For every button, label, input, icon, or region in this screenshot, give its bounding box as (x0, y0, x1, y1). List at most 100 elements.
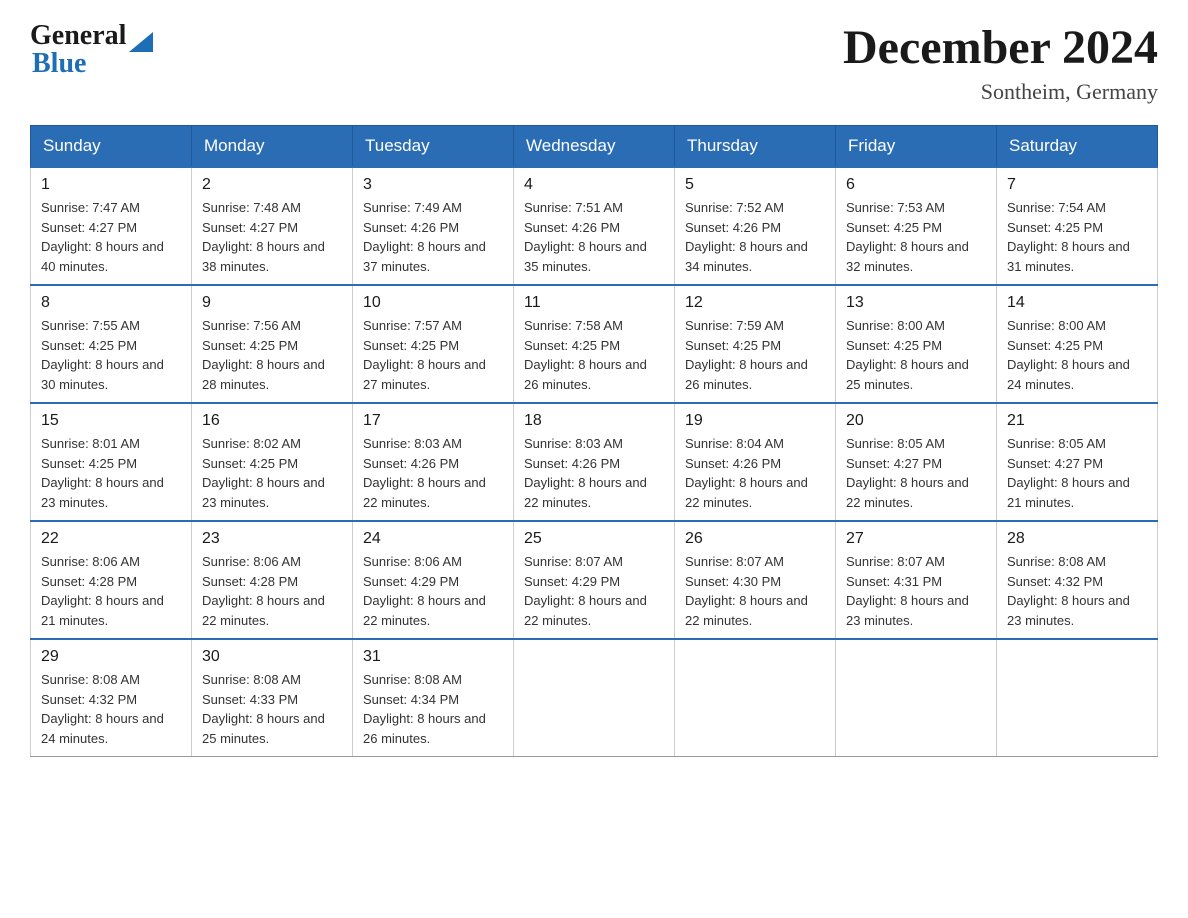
day-info: Sunrise: 8:01 AMSunset: 4:25 PMDaylight:… (41, 436, 164, 510)
logo: General Blue (30, 20, 153, 80)
day-number: 28 (1007, 530, 1147, 548)
day-number: 20 (846, 412, 986, 430)
table-cell (514, 639, 675, 757)
header-sunday: Sunday (31, 126, 192, 168)
day-info: Sunrise: 7:48 AMSunset: 4:27 PMDaylight:… (202, 200, 325, 274)
table-cell: 15 Sunrise: 8:01 AMSunset: 4:25 PMDaylig… (31, 403, 192, 521)
day-number: 31 (363, 648, 503, 666)
table-cell: 20 Sunrise: 8:05 AMSunset: 4:27 PMDaylig… (836, 403, 997, 521)
day-info: Sunrise: 8:07 AMSunset: 4:30 PMDaylight:… (685, 554, 808, 628)
day-number: 23 (202, 530, 342, 548)
day-number: 2 (202, 176, 342, 194)
table-cell: 11 Sunrise: 7:58 AMSunset: 4:25 PMDaylig… (514, 285, 675, 403)
day-number: 10 (363, 294, 503, 312)
location-title: Sontheim, Germany (843, 79, 1158, 105)
day-number: 1 (41, 176, 181, 194)
table-cell (997, 639, 1158, 757)
day-number: 12 (685, 294, 825, 312)
day-number: 7 (1007, 176, 1147, 194)
day-number: 4 (524, 176, 664, 194)
table-cell: 31 Sunrise: 8:08 AMSunset: 4:34 PMDaylig… (353, 639, 514, 757)
header-row: Sunday Monday Tuesday Wednesday Thursday… (31, 126, 1158, 168)
table-cell: 17 Sunrise: 8:03 AMSunset: 4:26 PMDaylig… (353, 403, 514, 521)
day-number: 6 (846, 176, 986, 194)
table-cell: 1 Sunrise: 7:47 AMSunset: 4:27 PMDayligh… (31, 167, 192, 285)
day-info: Sunrise: 8:06 AMSunset: 4:28 PMDaylight:… (41, 554, 164, 628)
header-saturday: Saturday (997, 126, 1158, 168)
table-cell: 9 Sunrise: 7:56 AMSunset: 4:25 PMDayligh… (192, 285, 353, 403)
table-cell: 27 Sunrise: 8:07 AMSunset: 4:31 PMDaylig… (836, 521, 997, 639)
day-number: 17 (363, 412, 503, 430)
day-info: Sunrise: 8:03 AMSunset: 4:26 PMDaylight:… (363, 436, 486, 510)
week-row-5: 29 Sunrise: 8:08 AMSunset: 4:32 PMDaylig… (31, 639, 1158, 757)
day-info: Sunrise: 7:57 AMSunset: 4:25 PMDaylight:… (363, 318, 486, 392)
table-cell (836, 639, 997, 757)
day-number: 30 (202, 648, 342, 666)
table-cell: 30 Sunrise: 8:08 AMSunset: 4:33 PMDaylig… (192, 639, 353, 757)
day-info: Sunrise: 8:08 AMSunset: 4:32 PMDaylight:… (1007, 554, 1130, 628)
table-cell: 10 Sunrise: 7:57 AMSunset: 4:25 PMDaylig… (353, 285, 514, 403)
table-cell: 28 Sunrise: 8:08 AMSunset: 4:32 PMDaylig… (997, 521, 1158, 639)
day-info: Sunrise: 7:54 AMSunset: 4:25 PMDaylight:… (1007, 200, 1130, 274)
table-cell: 4 Sunrise: 7:51 AMSunset: 4:26 PMDayligh… (514, 167, 675, 285)
day-number: 27 (846, 530, 986, 548)
day-info: Sunrise: 8:08 AMSunset: 4:34 PMDaylight:… (363, 672, 486, 746)
day-info: Sunrise: 8:03 AMSunset: 4:26 PMDaylight:… (524, 436, 647, 510)
table-cell: 5 Sunrise: 7:52 AMSunset: 4:26 PMDayligh… (675, 167, 836, 285)
table-cell: 14 Sunrise: 8:00 AMSunset: 4:25 PMDaylig… (997, 285, 1158, 403)
logo-triangle-icon (129, 32, 153, 52)
table-cell: 26 Sunrise: 8:07 AMSunset: 4:30 PMDaylig… (675, 521, 836, 639)
day-number: 24 (363, 530, 503, 548)
header-friday: Friday (836, 126, 997, 168)
logo-blue-text: Blue (32, 48, 86, 80)
day-number: 26 (685, 530, 825, 548)
day-info: Sunrise: 8:07 AMSunset: 4:31 PMDaylight:… (846, 554, 969, 628)
table-cell: 12 Sunrise: 7:59 AMSunset: 4:25 PMDaylig… (675, 285, 836, 403)
day-info: Sunrise: 7:51 AMSunset: 4:26 PMDaylight:… (524, 200, 647, 274)
table-cell: 16 Sunrise: 8:02 AMSunset: 4:25 PMDaylig… (192, 403, 353, 521)
day-info: Sunrise: 8:02 AMSunset: 4:25 PMDaylight:… (202, 436, 325, 510)
day-info: Sunrise: 7:49 AMSunset: 4:26 PMDaylight:… (363, 200, 486, 274)
day-number: 13 (846, 294, 986, 312)
table-cell: 29 Sunrise: 8:08 AMSunset: 4:32 PMDaylig… (31, 639, 192, 757)
day-info: Sunrise: 8:05 AMSunset: 4:27 PMDaylight:… (846, 436, 969, 510)
table-cell: 22 Sunrise: 8:06 AMSunset: 4:28 PMDaylig… (31, 521, 192, 639)
day-number: 11 (524, 294, 664, 312)
month-title: December 2024 (843, 20, 1158, 75)
day-info: Sunrise: 7:52 AMSunset: 4:26 PMDaylight:… (685, 200, 808, 274)
week-row-4: 22 Sunrise: 8:06 AMSunset: 4:28 PMDaylig… (31, 521, 1158, 639)
week-row-3: 15 Sunrise: 8:01 AMSunset: 4:25 PMDaylig… (31, 403, 1158, 521)
title-section: December 2024 Sontheim, Germany (843, 20, 1158, 105)
page-header: General Blue December 2024 Sontheim, Ger… (30, 20, 1158, 105)
header-wednesday: Wednesday (514, 126, 675, 168)
table-cell: 7 Sunrise: 7:54 AMSunset: 4:25 PMDayligh… (997, 167, 1158, 285)
day-info: Sunrise: 7:56 AMSunset: 4:25 PMDaylight:… (202, 318, 325, 392)
day-number: 19 (685, 412, 825, 430)
calendar-table: Sunday Monday Tuesday Wednesday Thursday… (30, 125, 1158, 757)
day-info: Sunrise: 7:58 AMSunset: 4:25 PMDaylight:… (524, 318, 647, 392)
day-info: Sunrise: 8:04 AMSunset: 4:26 PMDaylight:… (685, 436, 808, 510)
day-number: 21 (1007, 412, 1147, 430)
day-info: Sunrise: 8:00 AMSunset: 4:25 PMDaylight:… (1007, 318, 1130, 392)
day-number: 8 (41, 294, 181, 312)
day-info: Sunrise: 7:47 AMSunset: 4:27 PMDaylight:… (41, 200, 164, 274)
table-cell: 8 Sunrise: 7:55 AMSunset: 4:25 PMDayligh… (31, 285, 192, 403)
table-cell: 21 Sunrise: 8:05 AMSunset: 4:27 PMDaylig… (997, 403, 1158, 521)
day-info: Sunrise: 7:53 AMSunset: 4:25 PMDaylight:… (846, 200, 969, 274)
day-number: 22 (41, 530, 181, 548)
day-number: 3 (363, 176, 503, 194)
day-number: 18 (524, 412, 664, 430)
day-number: 25 (524, 530, 664, 548)
day-info: Sunrise: 8:06 AMSunset: 4:28 PMDaylight:… (202, 554, 325, 628)
week-row-2: 8 Sunrise: 7:55 AMSunset: 4:25 PMDayligh… (31, 285, 1158, 403)
day-number: 16 (202, 412, 342, 430)
day-info: Sunrise: 7:59 AMSunset: 4:25 PMDaylight:… (685, 318, 808, 392)
day-number: 5 (685, 176, 825, 194)
day-number: 9 (202, 294, 342, 312)
table-cell: 13 Sunrise: 8:00 AMSunset: 4:25 PMDaylig… (836, 285, 997, 403)
day-info: Sunrise: 8:07 AMSunset: 4:29 PMDaylight:… (524, 554, 647, 628)
day-info: Sunrise: 8:05 AMSunset: 4:27 PMDaylight:… (1007, 436, 1130, 510)
day-number: 15 (41, 412, 181, 430)
day-info: Sunrise: 8:06 AMSunset: 4:29 PMDaylight:… (363, 554, 486, 628)
week-row-1: 1 Sunrise: 7:47 AMSunset: 4:27 PMDayligh… (31, 167, 1158, 285)
